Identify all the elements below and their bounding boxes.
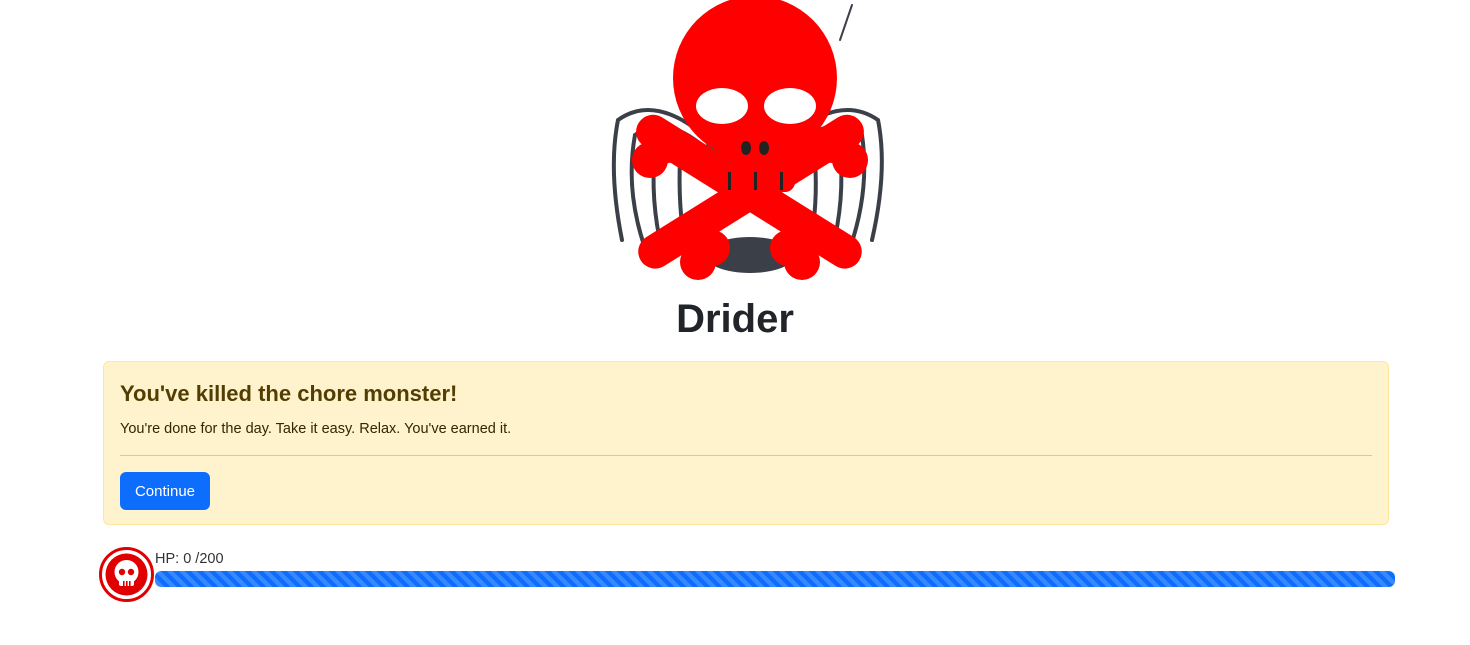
monster-name: Drider (676, 297, 794, 341)
alert-title: You've killed the chore monster! (120, 381, 458, 406)
hp-label: HP: 0 /200 (155, 551, 224, 567)
alert-message: You're done for the day. Take it easy. R… (120, 421, 512, 437)
victory-alert: You've killed the chore monster! You're … (103, 361, 1389, 525)
alert-divider (120, 455, 1372, 456)
hp-progress-fill (155, 571, 1395, 587)
hp-progress-bar (155, 571, 1395, 587)
skull-icon (98, 546, 155, 603)
spider-with-skull-crossbones-icon (611, 0, 884, 280)
continue-button[interactable]: Continue (120, 472, 210, 510)
hp-section: HP: 0 /200 (98, 546, 1398, 606)
monster-image (600, 0, 895, 290)
